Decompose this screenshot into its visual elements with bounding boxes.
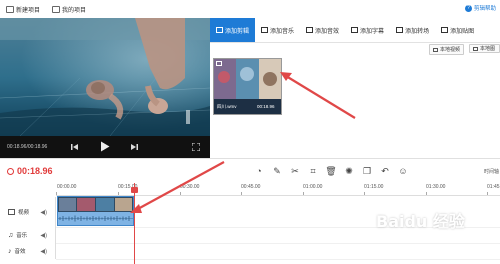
my-projects-button[interactable]: 我的项目 bbox=[52, 4, 86, 14]
tab-add-transition[interactable]: 添加转场 bbox=[390, 18, 435, 42]
video-file-icon bbox=[433, 47, 438, 52]
ruler-tick bbox=[180, 192, 181, 195]
playhead[interactable] bbox=[134, 183, 135, 264]
tab-add-sound-effect[interactable]: 添加音效 bbox=[300, 18, 345, 42]
ruler-label: 01:45 bbox=[487, 184, 500, 190]
ruler-tick bbox=[303, 192, 304, 195]
ruler-tick bbox=[118, 192, 119, 195]
film-icon bbox=[216, 61, 222, 66]
emoji-icon[interactable]: ☺ bbox=[398, 166, 408, 176]
timeline-zoom-label: 时间轴 bbox=[484, 169, 500, 175]
player-controls: 00:18.96/00:18.96 bbox=[0, 136, 210, 158]
edit-pencil-icon[interactable]: ✎ bbox=[272, 166, 282, 176]
help-link[interactable]: ? 剪辑帮助 bbox=[464, 4, 496, 12]
next-frame-icon[interactable] bbox=[130, 143, 138, 151]
thumbnail-name: 四川.wmv bbox=[217, 104, 237, 109]
music-icon bbox=[261, 27, 269, 33]
ruler-tick bbox=[487, 192, 488, 195]
speed-icon[interactable]: ◔ bbox=[254, 166, 264, 176]
track-header-sound: ♪ 音效 ◀) bbox=[0, 243, 56, 259]
ruler-label: 00:30.00 bbox=[180, 184, 200, 190]
new-project-icon bbox=[6, 5, 14, 13]
tab-bar: 添加剪辑 添加音乐 添加音效 添加字幕 添加转场 添加贴图 bbox=[210, 18, 500, 43]
preview-player: 一以 00:18.96/00:18.96 bbox=[0, 18, 210, 158]
undo-icon[interactable]: ↶ bbox=[380, 166, 390, 176]
crop-icon[interactable]: ⌗ bbox=[308, 166, 318, 176]
clip-filmstrip bbox=[58, 197, 133, 212]
tab-add-subtitle[interactable]: 添加字幕 bbox=[345, 18, 390, 42]
tab-add-music[interactable]: 添加音乐 bbox=[255, 18, 300, 42]
ruler-tick bbox=[364, 192, 365, 195]
local-image-button[interactable]: 本地图 bbox=[469, 44, 500, 53]
image-file-icon bbox=[473, 46, 478, 51]
audio-waveform bbox=[58, 215, 133, 222]
top-bar: 新建项目 我的项目 ? 剪辑帮助 bbox=[0, 0, 500, 19]
time-ruler: 00:00.00 00:15.00 00:30.00 00:45.00 01:0… bbox=[56, 183, 500, 196]
media-thumbnail[interactable]: 四川.wmv 00:18.96 bbox=[213, 58, 282, 115]
delete-icon[interactable]: 🗑 bbox=[325, 166, 336, 176]
speaker-icon[interactable]: ◀) bbox=[40, 232, 47, 239]
music-track-icon: ♫ bbox=[8, 231, 14, 239]
settings-icon[interactable]: ✺ bbox=[344, 166, 354, 176]
clock-icon bbox=[7, 167, 14, 175]
scissors-icon[interactable]: ✂ bbox=[290, 166, 300, 176]
clip-icon bbox=[216, 27, 223, 33]
video-frame bbox=[0, 18, 210, 136]
media-panel: 添加剪辑 添加音乐 添加音效 添加字幕 添加转场 添加贴图 本地视频 本地图 四… bbox=[210, 18, 500, 158]
local-video-button[interactable]: 本地视频 bbox=[429, 44, 465, 55]
ruler-label: 00:45.00 bbox=[241, 184, 261, 190]
edit-toolbar: 00:18.96 ◔ ✎ ✂ ⌗ 🗑 ✺ ❐ ↶ ☺ 时间轴 bbox=[0, 158, 500, 185]
ruler-label: 00:00.00 bbox=[57, 184, 77, 190]
video-track-icon bbox=[8, 209, 15, 215]
ruler-label: 01:00.00 bbox=[303, 184, 323, 190]
folder-icon bbox=[52, 5, 60, 13]
current-time: 00:18.96 bbox=[7, 166, 53, 176]
speaker-icon[interactable]: ◀) bbox=[40, 209, 47, 216]
help-icon: ? bbox=[464, 4, 472, 12]
ruler-tick bbox=[56, 192, 57, 195]
sound-track-icon: ♪ bbox=[8, 247, 12, 255]
subtitle-icon bbox=[351, 27, 359, 33]
watermark: Baidu 经验 bbox=[376, 212, 465, 231]
playhead-handle[interactable] bbox=[131, 187, 138, 193]
video-clip[interactable] bbox=[57, 196, 134, 226]
tab-add-clip[interactable]: 添加剪辑 bbox=[210, 18, 256, 42]
ruler-tick bbox=[241, 192, 242, 195]
tab-add-sticker[interactable]: 添加贴图 bbox=[435, 18, 480, 42]
time-display: 00:18.96/00:18.96 bbox=[7, 144, 48, 150]
transition-icon bbox=[396, 27, 404, 33]
ruler-label: 01:30.00 bbox=[426, 184, 446, 190]
ruler-label: 01:15.00 bbox=[364, 184, 384, 190]
sound-track-row[interactable] bbox=[56, 243, 500, 260]
speaker-icon[interactable]: ◀) bbox=[40, 248, 47, 255]
ruler-tick bbox=[426, 192, 427, 195]
track-header-video: 视频 ◀) bbox=[0, 197, 56, 227]
fullscreen-icon[interactable] bbox=[192, 143, 200, 151]
prev-frame-icon[interactable] bbox=[71, 143, 79, 151]
sticker-icon bbox=[441, 27, 449, 33]
new-project-button[interactable]: 新建项目 bbox=[6, 4, 40, 14]
play-icon[interactable] bbox=[100, 141, 110, 152]
thumbnail-duration: 00:18.96 bbox=[257, 104, 275, 109]
sound-effect-icon bbox=[306, 27, 314, 33]
track-header-music: ♫ 音乐 ◀) bbox=[0, 227, 56, 243]
copy-icon[interactable]: ❐ bbox=[362, 166, 372, 176]
